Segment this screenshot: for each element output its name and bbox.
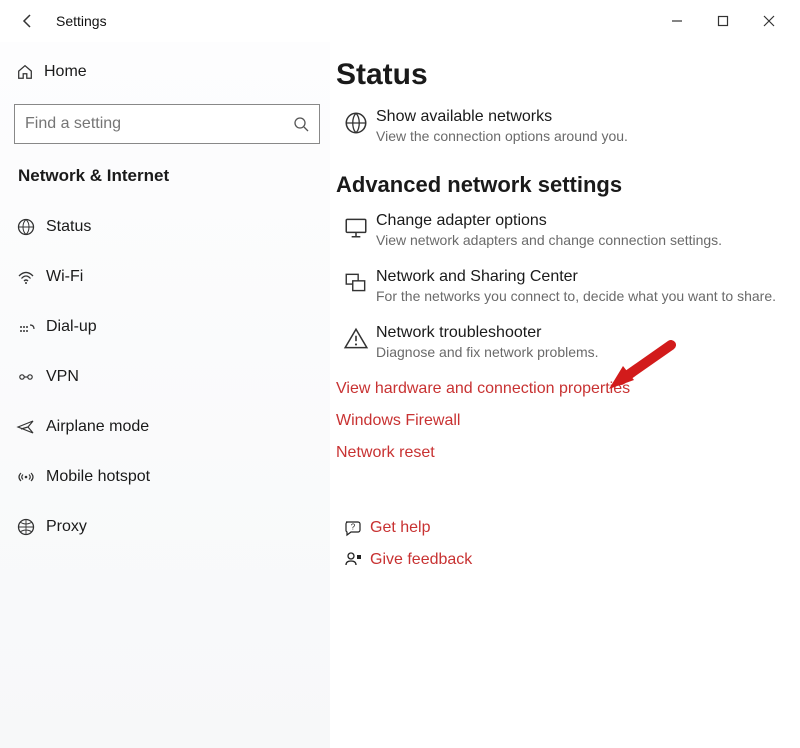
option-title: Network troubleshooter <box>376 324 788 342</box>
airplane-icon <box>16 417 46 437</box>
link-hardware-properties[interactable]: View hardware and connection properties <box>336 380 794 398</box>
sidebar: Home Network & Internet Status Wi-Fi <box>0 42 330 748</box>
help-label: Get help <box>370 519 430 537</box>
option-desc: For the networks you connect to, decide … <box>376 288 788 304</box>
help-icon: ? <box>336 518 370 538</box>
sidebar-item-hotspot[interactable]: Mobile hotspot <box>8 452 326 502</box>
option-desc: View the connection options around you. <box>376 128 788 144</box>
sidebar-item-proxy[interactable]: Proxy <box>8 502 326 552</box>
option-title: Change adapter options <box>376 212 788 230</box>
sidebar-item-label: Dial-up <box>46 318 97 336</box>
sidebar-item-label: Airplane mode <box>46 418 149 436</box>
sidebar-item-status[interactable]: Status <box>8 202 326 252</box>
wifi-icon <box>16 267 46 287</box>
status-icon <box>16 217 46 237</box>
window-title: Settings <box>56 13 107 29</box>
sidebar-item-dialup[interactable]: Dial-up <box>8 302 326 352</box>
titlebar: Settings <box>0 0 800 42</box>
sidebar-item-wifi[interactable]: Wi-Fi <box>8 252 326 302</box>
sidebar-item-label: Wi-Fi <box>46 268 83 286</box>
option-desc: View network adapters and change connect… <box>376 232 788 248</box>
minimize-button[interactable] <box>654 5 700 37</box>
sidebar-item-vpn[interactable]: VPN <box>8 352 326 402</box>
option-title: Network and Sharing Center <box>376 268 788 286</box>
dialup-icon <box>16 317 46 337</box>
warning-icon <box>336 324 376 360</box>
search-icon <box>293 116 309 132</box>
option-desc: Diagnose and fix network problems. <box>376 344 788 360</box>
link-windows-firewall[interactable]: Windows Firewall <box>336 412 794 430</box>
sidebar-item-label: Status <box>46 218 91 236</box>
link-network-reset[interactable]: Network reset <box>336 444 794 462</box>
category-heading: Network & Internet <box>8 158 326 202</box>
proxy-icon <box>16 517 46 537</box>
sidebar-item-label: VPN <box>46 368 79 386</box>
get-help[interactable]: ? Get help <box>336 518 794 538</box>
home-nav[interactable]: Home <box>8 50 326 94</box>
home-icon <box>16 63 44 81</box>
feedback-label: Give feedback <box>370 551 472 569</box>
vpn-icon <box>16 367 46 387</box>
sidebar-item-label: Proxy <box>46 518 87 536</box>
option-title: Show available networks <box>376 108 788 126</box>
search-box[interactable] <box>14 104 320 144</box>
advanced-heading: Advanced network settings <box>336 172 794 198</box>
svg-text:?: ? <box>351 523 356 532</box>
page-title: Status <box>336 58 794 92</box>
home-label: Home <box>44 63 87 81</box>
sidebar-item-airplane[interactable]: Airplane mode <box>8 402 326 452</box>
maximize-button[interactable] <box>700 5 746 37</box>
network-sharing-center[interactable]: Network and Sharing Center For the netwo… <box>336 268 794 304</box>
hotspot-icon <box>16 467 46 487</box>
globe-icon <box>336 108 376 144</box>
show-networks-option[interactable]: Show available networks View the connect… <box>336 108 794 144</box>
monitor-icon <box>336 212 376 248</box>
close-button[interactable] <box>746 5 792 37</box>
give-feedback[interactable]: Give feedback <box>336 550 794 570</box>
back-button[interactable] <box>8 1 48 41</box>
adapter-options[interactable]: Change adapter options View network adap… <box>336 212 794 248</box>
sidebar-item-label: Mobile hotspot <box>46 468 150 486</box>
sharing-icon <box>336 268 376 304</box>
feedback-icon <box>336 550 370 570</box>
network-troubleshooter[interactable]: Network troubleshooter Diagnose and fix … <box>336 324 794 360</box>
content-pane: Status Show available networks View the … <box>330 42 800 748</box>
search-input[interactable] <box>25 115 293 133</box>
